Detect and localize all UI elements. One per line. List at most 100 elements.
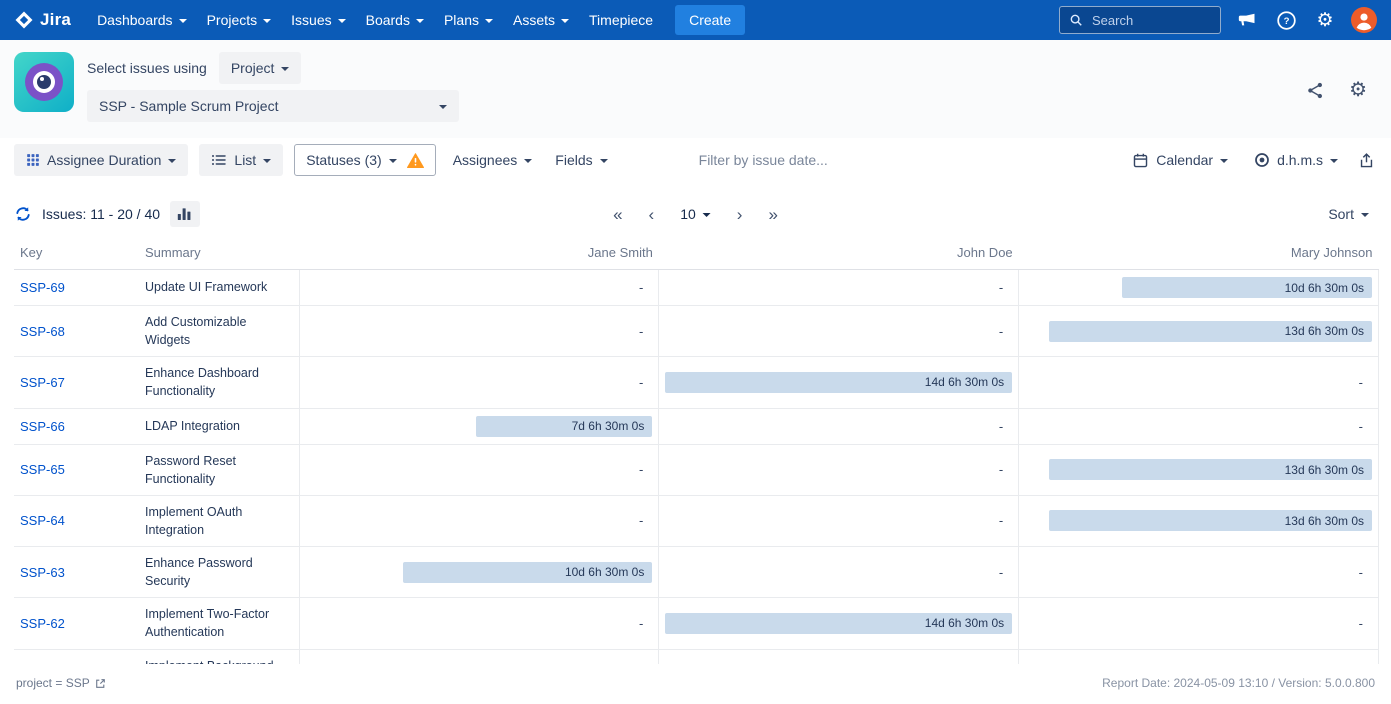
column-header-assignee-1: Jane Smith [299,240,659,270]
duration-bar: 14d 6h 30m 0s [665,372,1012,393]
jira-logo-text: Jira [40,10,71,30]
issue-summary: LDAP Integration [145,417,293,435]
fields-button[interactable]: Fields [549,144,613,176]
share-icon[interactable] [1306,81,1325,100]
issue-key-link[interactable]: SSP-64 [20,513,65,528]
issue-key-link[interactable]: SSP-65 [20,462,65,477]
search-input[interactable] [1090,12,1211,29]
next-page-button[interactable]: › [737,206,743,223]
report-type-button[interactable]: Assignee Duration [14,144,188,176]
nav-item-issues[interactable]: Issues [281,0,355,40]
issue-key-link[interactable]: SSP-63 [20,565,65,580]
nav-item-label: Plans [444,12,479,28]
issue-summary: Password Reset Functionality [145,452,293,488]
issues-table-body: SSP-69Update UI Framework--10d 6h 30m 0s… [14,270,1379,665]
chevron-down-icon [179,19,187,23]
column-header-assignee-2: John Doe [659,240,1019,270]
project-select[interactable]: SSP - Sample Scrum Project [87,90,459,122]
user-avatar[interactable] [1351,7,1377,33]
chevron-down-icon [1361,213,1369,217]
statuses-filter-button[interactable]: Statuses (3) [294,144,435,176]
calendar-button[interactable]: Calendar [1126,144,1234,176]
page-footer: project = SSP Report Date: 2024-05-09 13… [0,664,1391,704]
empty-duration: - [665,419,1012,434]
chevron-down-icon [416,19,424,23]
issue-source-select[interactable]: Project [219,52,302,84]
gadget-settings-gear-icon[interactable]: ⚙ [1349,80,1367,100]
nav-item-plans[interactable]: Plans [434,0,503,40]
page-size-select[interactable]: 10 [680,206,711,222]
issue-key-link[interactable]: SSP-67 [20,375,65,390]
last-page-button[interactable]: » [768,206,777,223]
nav-item-dashboards[interactable]: Dashboards [87,0,197,40]
jira-logo-icon [14,10,34,30]
prev-page-button[interactable]: ‹ [649,206,655,223]
gadget-header: Select issues using Project SSP - Sample… [0,40,1391,138]
issue-source-value: Project [231,60,275,76]
issue-key-link[interactable]: SSP-66 [20,419,65,434]
empty-duration: - [306,462,653,477]
column-header-key: Key [14,240,139,270]
first-page-button[interactable]: « [613,206,622,223]
results-left: Issues: 11 - 20 / 40 [14,201,200,227]
view-select-button[interactable]: List [199,144,283,176]
results-right: Sort [1322,198,1375,230]
duration-bar: 13d 6h 30m 0s [1049,459,1372,480]
chevron-down-icon [1220,159,1228,163]
refresh-icon[interactable] [14,205,32,223]
duration-bar: 13d 6h 30m 0s [1049,510,1372,531]
table-row: SSP-66LDAP Integration7d 6h 30m 0s-- [14,408,1379,444]
export-icon[interactable] [1358,151,1375,170]
settings-gear-icon[interactable]: ⚙ [1312,7,1338,33]
duration-format-button[interactable]: d.h.m.s [1248,144,1344,176]
chevron-down-icon [524,159,532,163]
chevron-down-icon [338,19,346,23]
toolbar: Assignee Duration List Statuses (3) Assi… [0,138,1391,188]
column-header-assignee-3: Mary Johnson [1019,240,1379,270]
nav-item-label: Issues [291,12,331,28]
empty-duration: - [665,462,1012,477]
nav-item-assets[interactable]: Assets [503,0,579,40]
table-row: SSP-64Implement OAuth Integration--13d 6… [14,495,1379,546]
chevron-down-icon [600,159,608,163]
timepiece-app-icon [14,52,74,112]
nav-item-timepiece[interactable]: Timepiece [579,0,663,40]
calendar-label: Calendar [1156,152,1213,168]
duration-bar: 10d 6h 30m 0s [1122,277,1372,298]
footer-query-text: project = SSP [16,676,90,690]
nav-item-projects[interactable]: Projects [197,0,282,40]
duration-bar: 10d 6h 30m 0s [403,562,653,583]
nav-item-label: Assets [513,12,555,28]
help-icon[interactable]: ? [1273,7,1299,33]
footer-query-link[interactable]: project = SSP [16,676,106,690]
empty-duration: - [306,280,653,295]
issue-summary: Enhance Password Security [145,554,293,590]
issue-date-filter-input[interactable] [697,151,927,169]
report-info: Report Date: 2024-05-09 13:10 / Version:… [1102,676,1375,690]
table-row: SSP-63 Enhance Password Security 10d 6h 30… [14,547,1379,598]
table-row: SSP-61Implement Background User Sync14d … [14,649,1379,664]
nav-item-boards[interactable]: Boards [356,0,434,40]
page: Jira Dashboards Projects Issues Boards P… [0,0,1391,704]
report-type-label: Assignee Duration [47,152,161,168]
chevron-down-icon [1330,159,1338,163]
chart-view-button[interactable] [170,201,200,227]
issue-key-link[interactable]: SSP-68 [20,324,65,339]
issue-key-link[interactable]: SSP-62 [20,616,65,631]
list-view-icon [211,153,227,167]
empty-duration: - [1025,375,1372,390]
duration-format-icon [1254,152,1270,168]
issue-key-link[interactable]: SSP-69 [20,280,65,295]
column-header-summary: Summary [139,240,299,270]
sort-button[interactable]: Sort [1322,198,1375,230]
view-select-label: List [234,152,256,168]
chevron-down-icon [168,159,176,163]
sort-label: Sort [1328,206,1354,222]
create-button[interactable]: Create [675,5,745,35]
top-navigation: Jira Dashboards Projects Issues Boards P… [0,0,1391,40]
assignees-filter-button[interactable]: Assignees [447,144,539,176]
announcement-icon[interactable] [1234,7,1260,33]
chevron-down-icon [263,19,271,23]
jira-logo[interactable]: Jira [14,10,71,30]
issue-summary: Update UI Framework [145,278,293,296]
